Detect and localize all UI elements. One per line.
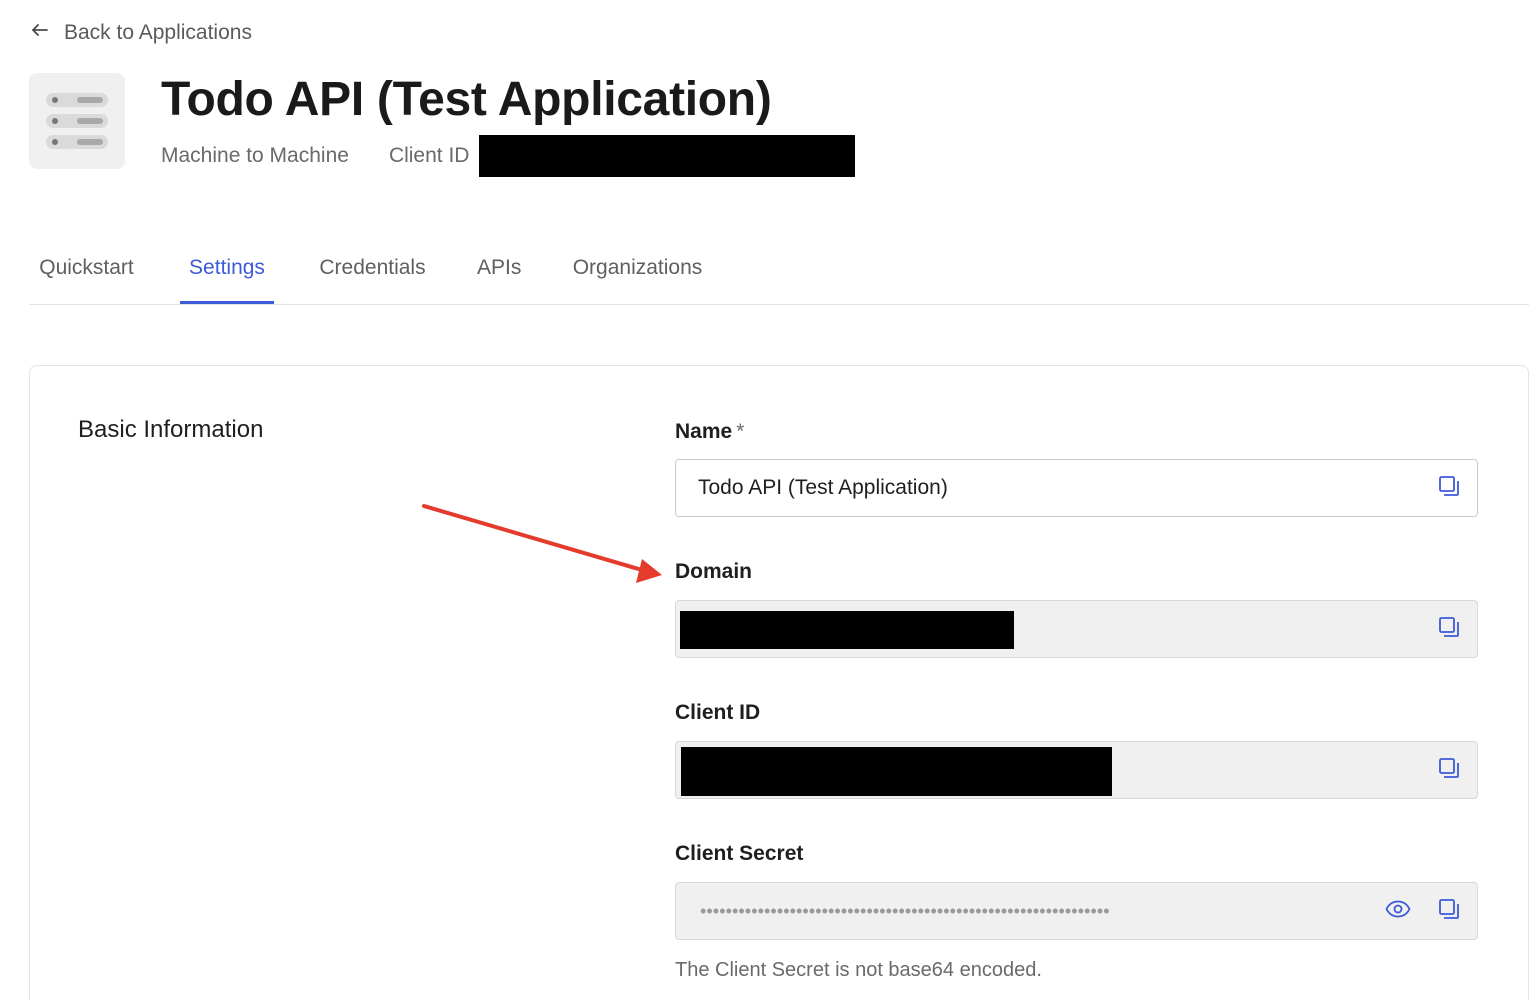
page-title: Todo API (Test Application) xyxy=(161,73,772,126)
arrow-left-icon xyxy=(30,20,50,46)
client-id-redaction xyxy=(681,747,1112,796)
domain-field[interactable] xyxy=(675,600,1478,658)
tab-apis[interactable]: APIs xyxy=(477,242,521,302)
back-to-applications-link[interactable]: Back to Applications xyxy=(30,18,252,48)
name-input[interactable] xyxy=(676,460,1416,516)
tab-credentials[interactable]: Credentials xyxy=(316,242,429,302)
tab-organizations[interactable]: Organizations xyxy=(569,242,706,302)
name-label: Name * xyxy=(675,420,744,444)
settings-tabs: Quickstart Settings Credentials APIs Org… xyxy=(29,242,1529,305)
header-client-id-redaction xyxy=(479,135,856,177)
domain-redaction xyxy=(680,611,1014,649)
app-type: Machine to Machine xyxy=(161,144,349,167)
client-secret-label: Client Secret xyxy=(675,842,804,865)
section-title: Basic Information xyxy=(78,416,264,443)
client-id-field[interactable] xyxy=(675,741,1478,799)
copy-icon xyxy=(1438,757,1460,784)
eye-icon xyxy=(1385,899,1411,924)
reveal-secret-button[interactable] xyxy=(1385,899,1411,923)
client-secret-help-text: The Client Secret is not base64 encoded. xyxy=(675,959,1042,981)
name-field xyxy=(675,459,1478,517)
application-settings-page: Back to Applications Todo API (Test Appl… xyxy=(0,0,1532,1000)
copy-icon xyxy=(1438,475,1460,502)
app-meta: Machine to Machine Client ID xyxy=(161,135,856,177)
copy-client-secret-button[interactable] xyxy=(1437,898,1461,925)
server-stack-icon xyxy=(29,73,125,169)
tab-quickstart[interactable]: Quickstart xyxy=(35,242,138,302)
copy-name-button[interactable] xyxy=(1437,475,1461,502)
copy-client-id-button[interactable] xyxy=(1437,757,1461,784)
back-link-label: Back to Applications xyxy=(64,21,252,44)
client-id-label: Client ID xyxy=(675,701,761,724)
copy-icon xyxy=(1438,616,1460,643)
client-secret-masked: ••••••••••••••••••••••••••••••••••••••••… xyxy=(700,901,1110,921)
copy-icon xyxy=(1438,898,1460,925)
domain-label: Domain xyxy=(675,560,753,583)
client-secret-field[interactable]: ••••••••••••••••••••••••••••••••••••••••… xyxy=(675,882,1478,940)
tab-settings[interactable]: Settings xyxy=(180,242,274,304)
name-label-text: Name xyxy=(675,420,733,443)
basic-information-card: Basic Information Name* Domain xyxy=(29,365,1529,1000)
required-mark: * xyxy=(736,420,745,443)
copy-domain-button[interactable] xyxy=(1437,616,1461,643)
header-client-id-label: Client ID xyxy=(388,144,470,167)
